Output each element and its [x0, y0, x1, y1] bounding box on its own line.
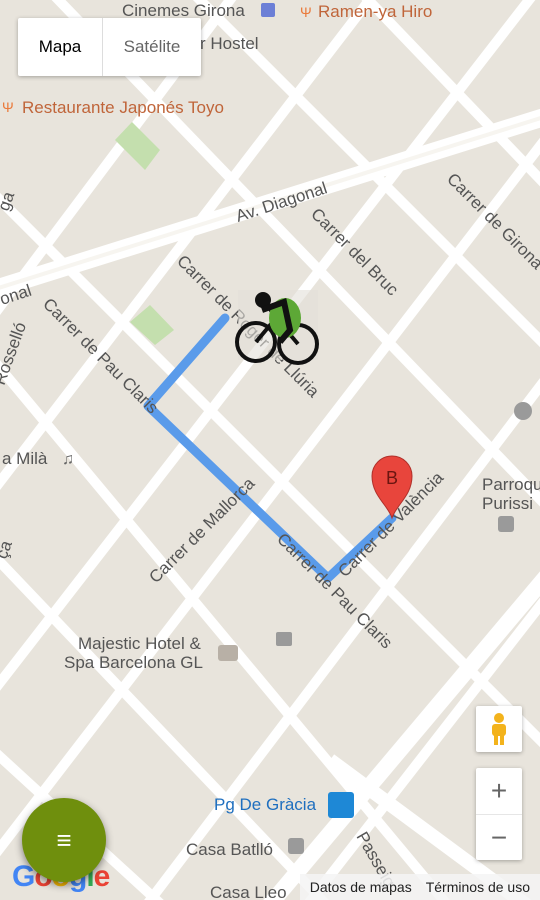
marker-label: B: [386, 468, 398, 488]
poi-restaurante-label: Restaurante Japonés Toyo: [22, 98, 224, 117]
music-note-icon: ♫: [62, 451, 74, 468]
bicycle-icon[interactable]: [235, 290, 319, 365]
poi-batllo-label: Casa Batlló: [186, 840, 273, 859]
zoom-out-button[interactable]: −: [476, 815, 522, 861]
menu-icon: ≡: [56, 824, 72, 855]
map-type-map-button[interactable]: Mapa: [18, 18, 103, 76]
poi-metro-label: Pg De Gràcia: [214, 795, 317, 814]
poi-parroquia-label-2: Purissi: [482, 494, 533, 513]
map-type-control: Mapa Satélite: [18, 18, 201, 76]
map-attribution: Datos de mapas Términos de uso: [299, 874, 540, 900]
zoom-in-button[interactable]: +: [476, 768, 522, 815]
church-icon: [498, 516, 514, 532]
terms-link[interactable]: Términos de uso: [426, 879, 530, 895]
poi-mila-label: a Milà: [2, 449, 48, 468]
fork-knife-icon: Ψ: [300, 4, 312, 20]
street-view-pegman-button[interactable]: [476, 706, 522, 752]
zoom-control: + −: [476, 768, 522, 860]
pegman-icon: [492, 713, 506, 745]
landmark-icon: [514, 402, 532, 420]
map-type-satellite-button[interactable]: Satélite: [103, 18, 201, 76]
building-icon: [276, 632, 292, 646]
cinema-icon: [261, 3, 275, 17]
fork-knife-icon-2: Ψ: [2, 99, 14, 115]
metro-icon: [328, 792, 354, 818]
map-canvas[interactable]: Av. Diagonal onal Carrer de Girona Carre…: [0, 0, 540, 900]
museum-icon: [288, 838, 304, 854]
poi-lleo-label: Casa Lleo: [210, 883, 287, 900]
map-data-link[interactable]: Datos de mapas: [310, 879, 412, 895]
poi-majestic-label-1: Majestic Hotel &: [78, 634, 201, 653]
poi-ramen-label: Ramen-ya Hiro: [318, 2, 432, 21]
poi-parroquia-label-1: Parroqu: [482, 475, 540, 494]
hotel-icon: [218, 645, 238, 661]
menu-fab-button[interactable]: ≡: [22, 798, 106, 882]
poi-hostel-label: r Hostel: [200, 34, 259, 53]
poi-majestic-label-2: Spa Barcelona GL: [64, 653, 203, 672]
